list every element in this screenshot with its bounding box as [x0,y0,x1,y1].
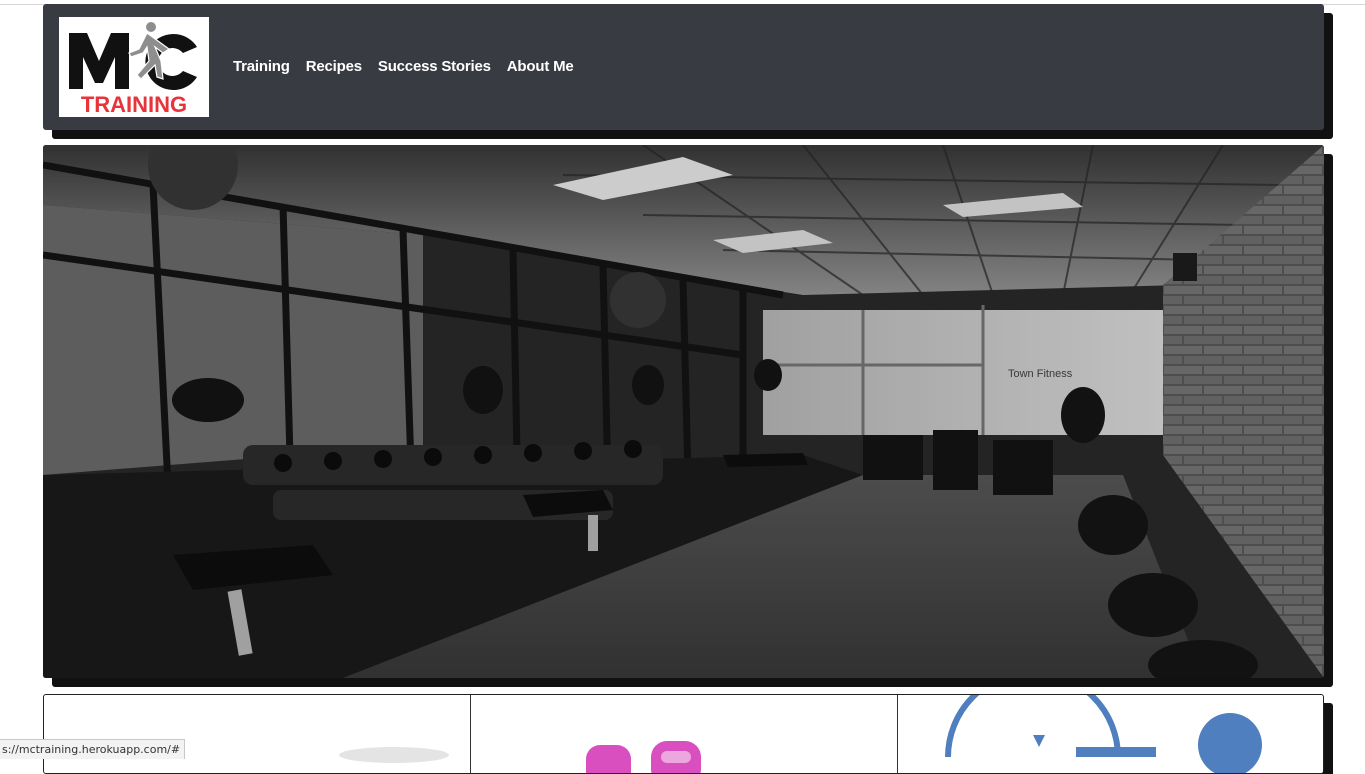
nav-success-stories[interactable]: Success Stories [378,58,491,75]
kettlebell-icon [586,741,701,773]
clock-person-icon [945,695,1262,773]
nav-recipes[interactable]: Recipes [306,58,362,75]
nav-about-me[interactable]: About Me [507,58,574,75]
brand-logo[interactable]: TRAINING [59,17,209,117]
hero-gym-photo: Town Fitness [43,145,1324,678]
nav-training[interactable]: Training [233,58,290,75]
main-nav: Training Recipes Success Stories About M… [233,58,574,75]
card-success-stories[interactable] [898,695,1323,773]
feature-cards-row [43,694,1324,774]
card-recipes[interactable] [471,695,898,773]
logo-word: TRAINING [81,92,187,117]
gym-interior-image: Town Fitness [43,145,1324,678]
browser-status-url: s://mctraining.herokuapp.com/# [0,739,186,759]
logo-graphic: TRAINING [69,22,197,117]
navbar: TRAINING Training Recipes Success Storie… [43,4,1324,130]
card-training-image [339,747,449,763]
card-training[interactable] [44,695,471,773]
